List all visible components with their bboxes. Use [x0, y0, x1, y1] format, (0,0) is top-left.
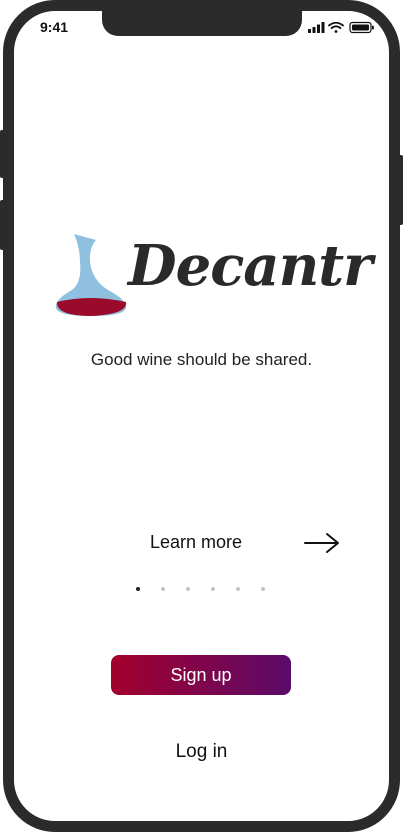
- tagline: Good wine should be shared.: [90, 350, 313, 369]
- wifi-icon: [328, 21, 344, 33]
- status-time: 9:41: [40, 19, 69, 35]
- battery-icon: [349, 21, 374, 34]
- pager-dot[interactable]: [136, 587, 140, 591]
- pager-dot[interactable]: [261, 587, 265, 591]
- pager-dot[interactable]: [186, 587, 190, 591]
- notch: [102, 0, 302, 36]
- sign-up-button[interactable]: Sign up: [111, 655, 291, 695]
- brand-name: Decantr: [128, 233, 373, 299]
- signal-icon: [308, 22, 325, 33]
- pager-dot[interactable]: [161, 587, 165, 591]
- pager-dots: [133, 587, 273, 595]
- learn-more-link[interactable]: Learn more: [150, 532, 242, 553]
- log-in-link[interactable]: Log in: [0, 741, 403, 763]
- arrow-right-icon[interactable]: [303, 530, 341, 556]
- decanter-icon: [55, 234, 127, 316]
- phone-frame: [3, 0, 400, 832]
- pager-dot[interactable]: [236, 587, 240, 591]
- brand-logo: Decantr: [52, 232, 373, 322]
- pager-dot[interactable]: [211, 587, 215, 591]
- status-icons: [308, 21, 374, 34]
